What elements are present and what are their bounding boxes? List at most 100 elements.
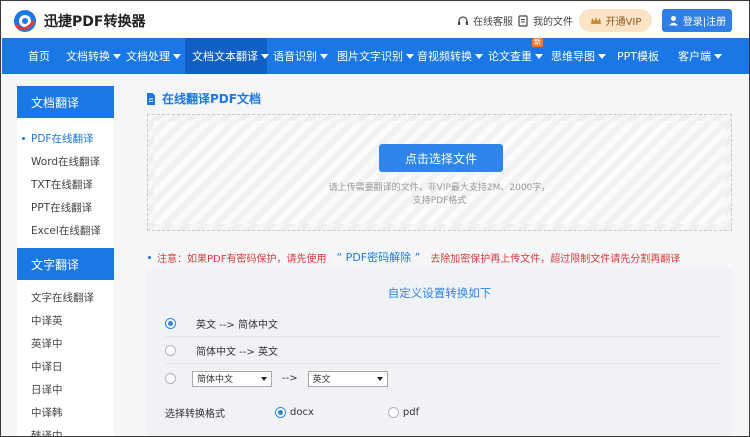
file-icon xyxy=(518,14,528,27)
customer-service-link[interactable]: 在线客服 xyxy=(457,13,513,28)
sidebar-item-label: 中译日 xyxy=(31,361,63,373)
nav-label: PPT模板 xyxy=(617,50,659,63)
nav-item-doc-convert[interactable]: 文档转换 xyxy=(50,38,121,74)
sidebar-item-text-translate[interactable]: 文字在线翻译 xyxy=(17,286,114,309)
nav-item-speech-recognition[interactable]: 语音识别 xyxy=(267,38,331,74)
headset-icon xyxy=(458,15,468,25)
option-custom[interactable]: 简体中文 --> 英文 xyxy=(165,365,721,392)
nav-item-doc-process[interactable]: 文档处理 xyxy=(120,38,185,74)
nav-label: 音视频转换 xyxy=(417,50,472,63)
sidebar-item-en-zh[interactable]: 英译中 xyxy=(17,332,114,355)
chevron-down-icon xyxy=(714,53,722,59)
my-files-link[interactable]: 我的文件 xyxy=(517,13,573,28)
sidebar-item-label: 中译韩 xyxy=(31,407,63,419)
nav-label: 文档文本翻译 xyxy=(192,50,258,63)
upload-hint-line1: 请上传需要翻译的文件，非VIP最大支持2M、2000字， xyxy=(328,183,551,193)
upload-drop-zone[interactable]: 点击选择文件 请上传需要翻译的文件，非VIP最大支持2M、2000字， 支持PD… xyxy=(147,114,732,231)
sidebar-item-label: 文字在线翻译 xyxy=(31,292,94,304)
upload-drop-zone-inner xyxy=(154,121,725,224)
my-files-label: 我的文件 xyxy=(533,17,573,28)
sidebar-item-label: 日译中 xyxy=(31,384,63,396)
nav-label: 客户端 xyxy=(678,50,711,63)
custom-arrow: --> xyxy=(282,373,298,384)
nav-label: 图片文字识别 xyxy=(337,50,403,63)
radio-custom[interactable] xyxy=(165,373,176,384)
nav-item-av-convert[interactable]: 音视频转换 xyxy=(412,38,484,74)
format-row: 选择转换格式 docx pdf xyxy=(165,402,419,422)
upload-hint-line2: 支持PDF格式 xyxy=(412,196,467,206)
nav-label: 首页 xyxy=(28,50,50,63)
chevron-down-icon xyxy=(261,376,267,381)
crown-icon xyxy=(590,16,601,24)
vip-label: 开通VIP xyxy=(605,17,642,28)
settings-title: 自定义设置转换如下 xyxy=(387,286,492,300)
sidebar-item-zh-ko[interactable]: 中译韩 xyxy=(17,401,114,424)
option-zh-to-en[interactable]: 简体中文 --> 英文 xyxy=(165,337,721,364)
radio-zh-to-en[interactable] xyxy=(165,344,176,356)
option-en-to-zh[interactable]: 英文 --> 简体中文 xyxy=(165,310,721,337)
sidebar: 文档翻译 PDF在线翻译 Word在线翻译 TXT在线翻译 PPT在线翻译 Ex… xyxy=(17,86,114,437)
radio-format-pdf[interactable] xyxy=(387,406,399,418)
nav-label: 文档转换 xyxy=(66,50,110,63)
nav-label: 语音识别 xyxy=(273,50,317,63)
option-en-to-zh-label: 英文 --> 简体中文 xyxy=(196,319,278,331)
sidebar-section-text-translate: 文字翻译 xyxy=(17,248,114,280)
sidebar-item-label: TXT在线翻译 xyxy=(31,179,93,191)
nav-item-client[interactable]: 客户端 xyxy=(670,38,738,74)
select-file-button[interactable]: 点击选择文件 xyxy=(379,144,503,172)
sidebar-item-label: PPT在线翻译 xyxy=(31,202,93,214)
nav-item-doc-translate[interactable]: 文档文本翻译 xyxy=(185,38,269,74)
format-label: 选择转换格式 xyxy=(165,408,225,420)
source-language-value: 简体中文 xyxy=(197,375,234,385)
sidebar-item-label: Excel在线翻译 xyxy=(31,225,101,237)
user-icon xyxy=(668,16,678,26)
radio-en-to-zh[interactable] xyxy=(165,317,176,329)
nav-item-ppt-templates[interactable]: PPT模板 xyxy=(613,38,670,74)
sidebar-item-label: Word在线翻译 xyxy=(31,156,100,168)
notice-prefix: 注意：如果PDF有密码保护，请先使用 xyxy=(157,253,327,265)
source-language-select[interactable]: 简体中文 xyxy=(192,370,272,387)
page-title-text: 在线翻译PDF文档 xyxy=(162,92,261,106)
nav-item-home[interactable]: 首页 xyxy=(2,38,50,74)
sidebar-item-ppt-translate[interactable]: PPT在线翻译 xyxy=(17,196,114,219)
sidebar-item-label: 韩译中 xyxy=(31,430,63,437)
target-language-value: 英文 xyxy=(312,375,331,385)
sidebar-item-ja-zh[interactable]: 日译中 xyxy=(17,378,114,401)
nav-item-image-ocr[interactable]: 图片文字识别 xyxy=(331,38,414,74)
nav-label: 论文查重 xyxy=(488,50,532,63)
active-dot-icon xyxy=(22,137,25,140)
chevron-down-icon xyxy=(173,53,181,59)
bullet-icon xyxy=(148,255,151,259)
sidebar-item-zh-en[interactable]: 中译英 xyxy=(17,309,114,332)
sidebar-item-label: 中译英 xyxy=(31,315,63,327)
chevron-down-icon xyxy=(475,53,483,59)
document-icon xyxy=(147,92,155,105)
chevron-down-icon xyxy=(598,53,606,59)
format-docx-label: docx xyxy=(290,406,314,418)
sidebar-item-zh-ja[interactable]: 中译日 xyxy=(17,355,114,378)
open-vip-button[interactable]: 开通VIP xyxy=(579,9,652,32)
nav-label: 文档处理 xyxy=(126,50,170,63)
sidebar-item-excel-translate[interactable]: Excel在线翻译 xyxy=(17,219,114,242)
chevron-down-icon xyxy=(376,376,383,381)
logo-icon[interactable] xyxy=(12,8,38,34)
format-pdf-label: pdf xyxy=(402,406,420,418)
login-label: 登录|注册 xyxy=(682,17,727,28)
radio-format-docx[interactable] xyxy=(275,406,286,418)
main-nav: 首页 文档转换 文档处理 文档文本翻译 语音识别 图片文字识别 音视频转换 论文… xyxy=(2,38,749,74)
sidebar-item-label: 英译中 xyxy=(31,338,63,350)
nav-item-mind-map[interactable]: 思维导图 xyxy=(545,38,613,74)
sidebar-item-txt-translate[interactable]: TXT在线翻译 xyxy=(17,173,114,196)
chevron-down-icon xyxy=(535,53,543,59)
sidebar-section-doc-translate: 文档翻译 xyxy=(17,86,114,118)
sidebar-item-pdf-translate[interactable]: PDF在线翻译 xyxy=(17,127,114,150)
top-header: 迅捷PDF转换器 在线客服 我的文件 开通VIP 登录|注册 xyxy=(2,2,749,38)
sidebar-item-ko-zh[interactable]: 韩译中 xyxy=(17,424,114,437)
target-language-select[interactable]: 英文 xyxy=(307,370,388,387)
sidebar-item-word-translate[interactable]: Word在线翻译 xyxy=(17,150,114,173)
brand-name[interactable]: 迅捷PDF转换器 xyxy=(44,11,145,31)
login-register-button[interactable]: 登录|注册 xyxy=(662,9,732,32)
nav-item-plagiarism-check[interactable]: 论文查重新 xyxy=(484,38,545,74)
conversion-settings-panel: 自定义设置转换如下 英文 --> 简体中文 简体中文 --> 英文 简体中文 -… xyxy=(147,269,732,436)
pdf-unlock-link[interactable]: “ PDF密码解除 ” xyxy=(336,249,420,265)
